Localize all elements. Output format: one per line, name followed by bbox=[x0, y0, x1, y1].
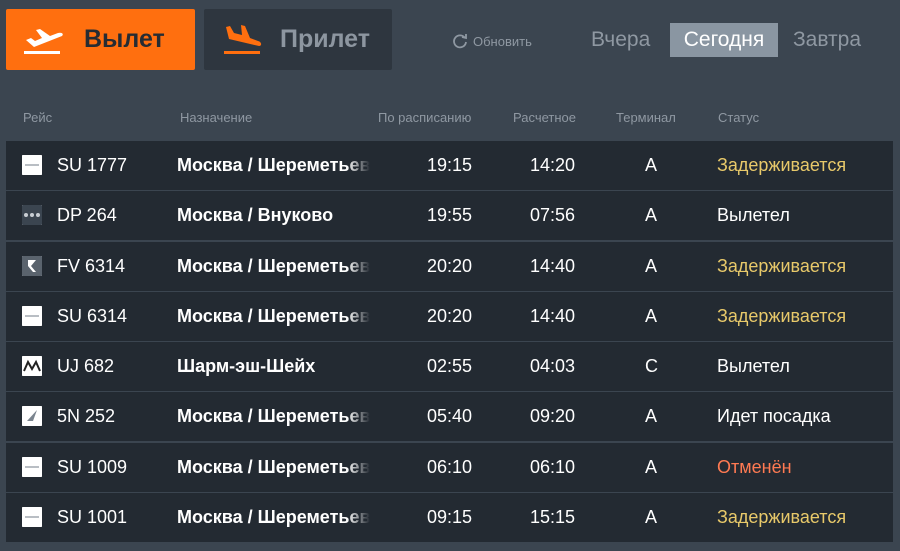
aeroflot-logo-icon bbox=[22, 456, 42, 477]
arrivals-label: Прилет bbox=[280, 25, 370, 53]
flights-table: SU 1777 Москва / Шереметьево 19:15 14:20 A За… bbox=[6, 141, 893, 543]
table-row[interactable]: 5N 252 Москва / Шереметьево 05:40 09:20 A Иде… bbox=[6, 392, 893, 442]
scheduled-time: 20:20 bbox=[427, 255, 473, 276]
alma-logo-icon bbox=[22, 356, 42, 377]
scheduled-time: 20:20 bbox=[427, 305, 473, 326]
destination: Москва / Внуково bbox=[177, 205, 334, 226]
aeroflot-logo-icon bbox=[22, 155, 42, 175]
header-terminal: Терминал bbox=[616, 110, 676, 125]
table-row[interactable]: FV 6314 Москва / Шереметьево 20:20 14:40 A За… bbox=[6, 241, 893, 291]
nordwind-logo-icon bbox=[22, 406, 42, 427]
flight-number: SU 1009 bbox=[57, 456, 128, 477]
arrivals-tab[interactable]: Прилет bbox=[204, 9, 392, 70]
column-headers: Рейс Назначение По расписанию Расчетное … bbox=[0, 110, 900, 126]
status-badge: Задерживается bbox=[717, 155, 847, 175]
destination: Москва / Шереметьево bbox=[177, 456, 370, 477]
flight-number: UJ 682 bbox=[57, 356, 115, 377]
header-destination: Назначение bbox=[180, 110, 253, 125]
estimated-time: 15:15 bbox=[530, 507, 576, 528]
departing-plane-icon bbox=[24, 29, 63, 54]
departures-label: Вылет bbox=[84, 25, 165, 53]
top-bar: Вылет Прилет Обновить Вчера Сегодня Завт… bbox=[0, 0, 900, 80]
status-badge: Задерживается bbox=[717, 305, 847, 326]
aeroflot-logo-icon bbox=[22, 305, 42, 326]
destination: Москва / Шереметьево bbox=[177, 507, 370, 528]
rossiya-logo-icon bbox=[22, 255, 42, 276]
status-badge: Отменён bbox=[717, 456, 792, 477]
table-row[interactable]: SU 1009 Москва / Шереметьево 06:10 06:10 A От… bbox=[6, 442, 893, 492]
terminal: A bbox=[645, 155, 658, 175]
flight-number: 5N 252 bbox=[57, 406, 116, 427]
status-badge: Вылетел bbox=[717, 205, 790, 226]
terminal: A bbox=[645, 255, 658, 276]
status-badge: Задерживается bbox=[717, 255, 847, 276]
table-row[interactable]: SU 1001 Москва / Шереметьево 09:15 15:15 A За… bbox=[6, 493, 893, 543]
departures-tab[interactable]: Вылет bbox=[6, 9, 195, 70]
estimated-time: 14:40 bbox=[530, 305, 576, 326]
estimated-time: 09:20 bbox=[530, 406, 576, 427]
scheduled-time: 06:10 bbox=[427, 456, 473, 477]
terminal: A bbox=[645, 507, 658, 528]
tab-yesterday[interactable]: Вчера bbox=[591, 23, 650, 57]
table-row[interactable]: SU 1777 Москва / Шереметьево 19:15 14:20 A За… bbox=[6, 141, 893, 190]
flight-number: DP 264 bbox=[57, 205, 117, 226]
status-badge: Задерживается bbox=[717, 507, 847, 528]
aeroflot-logo-icon bbox=[22, 507, 42, 528]
flight-number: SU 6314 bbox=[57, 305, 128, 326]
estimated-time: 07:56 bbox=[530, 205, 576, 226]
terminal: A bbox=[645, 406, 658, 427]
destination: Москва / Шереметьево bbox=[177, 255, 370, 276]
status-badge: Вылетел bbox=[717, 356, 790, 377]
status-badge: Идет посадка bbox=[717, 406, 831, 427]
estimated-time: 06:10 bbox=[530, 456, 576, 477]
scheduled-time: 05:40 bbox=[427, 406, 473, 427]
terminal: C bbox=[645, 356, 658, 377]
scheduled-time: 19:15 bbox=[427, 155, 473, 175]
estimated-time: 04:03 bbox=[530, 356, 576, 377]
table-row[interactable]: UJ 682 Шарм-эш-Шейх 02:55 04:03 C Вылетел bbox=[6, 342, 893, 392]
header-scheduled: По расписанию bbox=[378, 110, 472, 125]
estimated-time: 14:40 bbox=[530, 255, 576, 276]
destination: Москва / Шереметьево bbox=[177, 305, 370, 326]
table-row[interactable]: SU 6314 Москва / Шереметьево 20:20 14:40 A За… bbox=[6, 291, 893, 341]
tab-today[interactable]: Сегодня bbox=[670, 23, 778, 57]
header-estimated: Расчетное bbox=[513, 110, 576, 125]
header-status: Статус bbox=[718, 110, 760, 125]
destination: Москва / Шереметьево bbox=[177, 406, 370, 427]
arriving-plane-icon bbox=[224, 25, 262, 54]
refresh-button[interactable]: Обновить bbox=[451, 32, 532, 50]
tab-tomorrow[interactable]: Завтра bbox=[793, 23, 861, 57]
flight-number: SU 1777 bbox=[57, 155, 128, 175]
header-flight: Рейс bbox=[23, 110, 53, 125]
refresh-icon bbox=[453, 34, 467, 49]
terminal: A bbox=[645, 305, 658, 326]
flight-number: FV 6314 bbox=[57, 255, 126, 276]
destination: Шарм-эш-Шейх bbox=[177, 356, 316, 377]
terminal: A bbox=[645, 456, 658, 477]
scheduled-time: 19:55 bbox=[427, 205, 473, 226]
flight-number: SU 1001 bbox=[57, 507, 128, 528]
pobeda-logo-icon bbox=[22, 205, 42, 226]
scheduled-time: 09:15 bbox=[427, 507, 473, 528]
table-row[interactable]: DP 264 Москва / Внуково 19:55 07:56 A Вылетел bbox=[6, 191, 893, 241]
scheduled-time: 02:55 bbox=[427, 356, 473, 377]
estimated-time: 14:20 bbox=[530, 155, 576, 175]
destination: Москва / Шереметьево bbox=[177, 155, 370, 175]
terminal: A bbox=[645, 205, 658, 226]
refresh-label: Обновить bbox=[473, 33, 532, 49]
